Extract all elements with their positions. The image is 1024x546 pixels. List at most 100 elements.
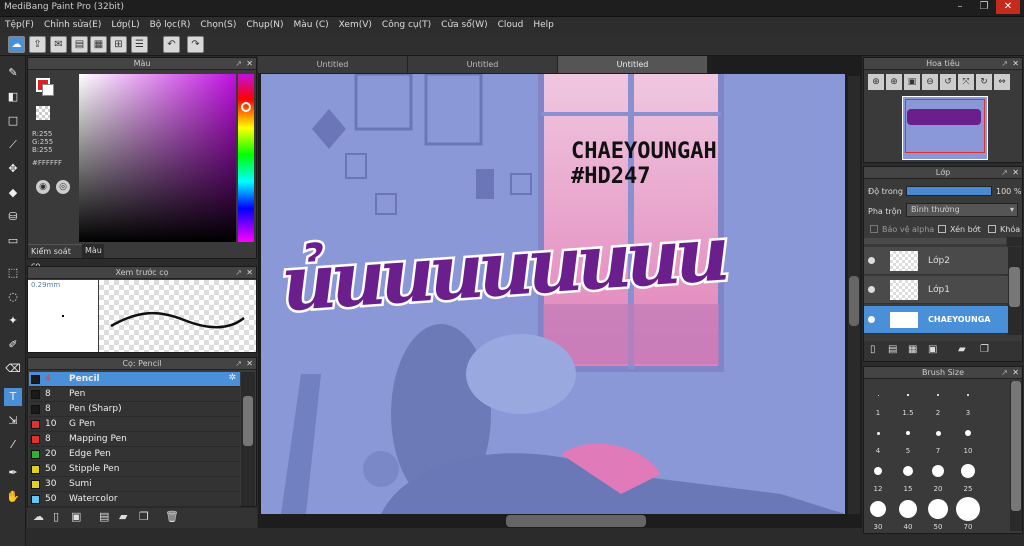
select-pen-icon[interactable]: ✐ (4, 336, 22, 354)
line-tool-icon[interactable]: ⟋ (4, 136, 22, 154)
close-icon[interactable]: ✕ (1012, 367, 1019, 379)
page-icon[interactable]: ▦ (90, 36, 107, 53)
tab-color[interactable]: Màu (82, 244, 104, 258)
gradient-tool-icon[interactable]: ▭ (4, 232, 22, 250)
eraser-tool-icon[interactable]: ◧ (4, 88, 22, 106)
brush-size-dot[interactable] (870, 501, 886, 517)
menu-view[interactable]: Xem(V) (334, 20, 377, 30)
palette-icon[interactable]: ◉ (36, 180, 50, 194)
share-icon[interactable]: ⇪ (29, 36, 46, 53)
fill-tool-icon[interactable]: ◆ (4, 184, 22, 202)
settings-gear-icon[interactable]: ✲ (228, 373, 236, 383)
maximize-button[interactable]: ❐ (972, 0, 996, 14)
layer-row[interactable]: Lớp2 (864, 247, 1008, 275)
layer-menu-icon[interactable]: ▣ (928, 344, 937, 355)
brush-size-dot[interactable] (928, 499, 948, 519)
brush-item[interactable]: 50 Watercolor (29, 492, 240, 507)
fit-window-icon[interactable]: ⤧ (958, 74, 974, 90)
grid-icon[interactable]: ⊞ (110, 36, 127, 53)
cloud-icon[interactable]: ☁ (8, 36, 25, 53)
bucket-tool-icon[interactable]: ⛁ (4, 208, 22, 226)
redo-icon[interactable]: ↷ (187, 36, 204, 53)
tab-untitled-3[interactable]: Untitled (558, 56, 708, 73)
brush-size-scrollbar[interactable] (1010, 381, 1022, 531)
brush-cloud-icon[interactable]: ☁ (33, 510, 44, 523)
brush-size-dot[interactable] (876, 431, 880, 435)
layer-row[interactable]: Lớp1 (864, 276, 1008, 304)
brush-item[interactable]: 8 Pen (29, 387, 240, 402)
tab-brush-control[interactable]: Kiểm soát cọ (28, 244, 82, 270)
dropper-tool-icon[interactable]: ✒ (4, 464, 22, 482)
menu-filter[interactable]: Bộ lọc(R) (145, 20, 196, 30)
magic-wand-icon[interactable]: ✦ (4, 312, 22, 330)
alpha-protect-checkbox[interactable] (870, 225, 878, 233)
hue-handle[interactable] (241, 102, 251, 112)
menu-edit[interactable]: Chỉnh sửa(E) (39, 20, 106, 30)
blend-mode-select[interactable]: Bình thường ▾ (906, 203, 1018, 217)
comment-icon[interactable]: ✉ (50, 36, 67, 53)
menu-window[interactable]: Cửa sổ(W) (436, 20, 492, 30)
menu-snap[interactable]: Chụp(N) (241, 20, 288, 30)
layer-duplicate-icon[interactable]: ❐ (980, 344, 989, 355)
flip-icon[interactable]: ⇔ (994, 74, 1010, 90)
navigator-thumbnail[interactable] (902, 96, 988, 160)
new-8bit-layer-icon[interactable]: ▦ (908, 344, 917, 355)
eye-icon[interactable] (868, 257, 875, 264)
close-button[interactable]: ✕ (996, 0, 1020, 14)
brush-size-dot[interactable] (966, 393, 970, 397)
artwork-canvas[interactable]: CHAEYOUNGAH #HD247 ủuuuuuuuu (261, 74, 845, 514)
eye-icon[interactable] (868, 316, 875, 323)
copy-brush-icon[interactable]: ▤ (99, 510, 109, 523)
zoom-out-icon[interactable]: ⊖ (922, 74, 938, 90)
clipping-checkbox[interactable] (938, 225, 946, 233)
saturation-value-picker[interactable] (79, 74, 236, 242)
brush-size-dot[interactable] (961, 464, 975, 478)
background-color-swatch[interactable] (42, 84, 54, 96)
menu-layer[interactable]: Lớp(L) (106, 20, 144, 30)
new-halftone-layer-icon[interactable]: ▤ (888, 344, 897, 355)
horizontal-scrollbar[interactable] (506, 515, 646, 527)
move-tool-icon[interactable]: ✥ (4, 160, 22, 178)
tab-untitled-1[interactable]: Untitled (258, 56, 408, 73)
brush-size-dot[interactable] (899, 500, 917, 518)
tab-untitled-2[interactable]: Untitled (408, 56, 558, 73)
hand-tool-icon[interactable]: ✋ (4, 488, 22, 506)
menu-cloud[interactable]: Cloud (493, 20, 529, 30)
opacity-slider[interactable] (906, 186, 992, 196)
brush-size-dot[interactable] (937, 394, 939, 396)
vertical-scrollbar[interactable] (848, 76, 860, 514)
brush-item[interactable]: 10 G Pen (29, 417, 240, 432)
close-icon[interactable]: ✕ (246, 58, 253, 70)
brush-size-dot[interactable] (956, 497, 980, 521)
brush-size-dot[interactable] (906, 431, 910, 435)
palette-add-icon[interactable]: ◎ (56, 180, 70, 194)
select-eraser-icon[interactable]: ⌫ (4, 360, 22, 378)
lock-checkbox[interactable] (988, 225, 996, 233)
brush-tool-icon[interactable]: ✎ (4, 64, 22, 82)
brush-item[interactable]: 50 Stipple Pen (29, 462, 240, 477)
trash-icon[interactable]: 🗑 (165, 510, 179, 523)
eyedropper-icon[interactable]: ⁄ (4, 436, 22, 454)
duplicate-icon[interactable]: ❐ (139, 510, 149, 523)
rotate-right-icon[interactable]: ↻ (976, 74, 992, 90)
operation-tool-icon[interactable]: ⇲ (4, 412, 22, 430)
layer-scrollbar[interactable] (1007, 237, 1022, 335)
brush-size-dot[interactable] (965, 430, 971, 436)
menu-tools[interactable]: Công cụ(T) (377, 20, 436, 30)
menu-file[interactable]: Tệp(F) (0, 20, 39, 30)
layer-folder-icon[interactable]: ▰ (958, 344, 966, 355)
brush-list-scrollbar[interactable] (241, 372, 255, 506)
brush-item[interactable]: 8 Pen (Sharp) (29, 402, 240, 417)
zoom-fit-icon[interactable]: ⊕ (868, 74, 884, 90)
brush-item[interactable]: 4 Pencil ✲ (29, 372, 240, 387)
brush-item[interactable]: 20 Edge Pen (29, 447, 240, 462)
close-icon[interactable]: ✕ (246, 358, 253, 370)
eye-icon[interactable] (868, 286, 875, 293)
layer-row-selected[interactable]: CHAEYOUNGA (864, 306, 1008, 334)
brush-size-dot[interactable] (877, 394, 879, 396)
menu-color[interactable]: Màu (C) (289, 20, 334, 30)
document-icon[interactable]: ▤ (71, 36, 88, 53)
transparent-swatch[interactable] (36, 106, 50, 120)
rectangle-tool-icon[interactable]: □ (4, 112, 22, 130)
lasso-tool-icon[interactable]: ◌ (4, 288, 22, 306)
